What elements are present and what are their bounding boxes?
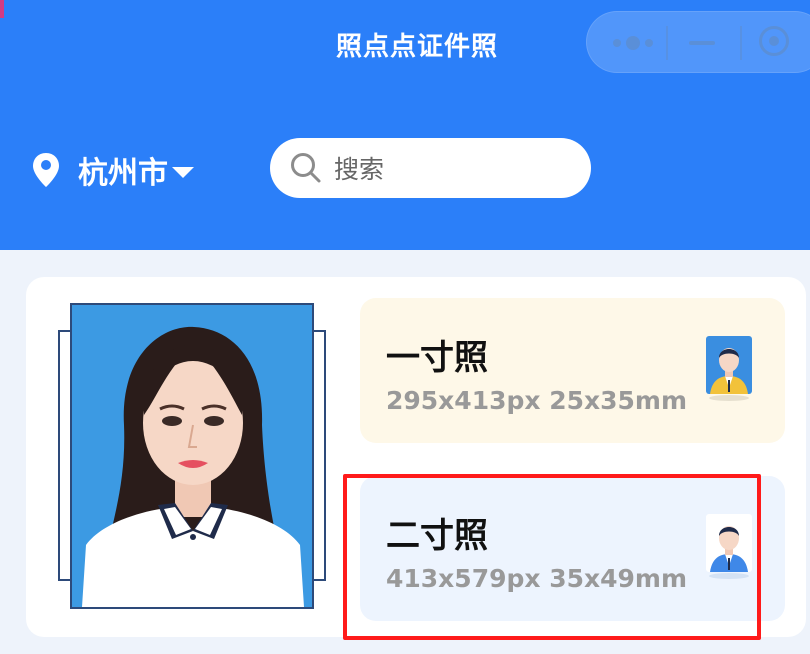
capsule-divider — [740, 26, 742, 60]
one-inch-photo-option[interactable]: 一寸照 295x413px 25x35mm — [360, 298, 785, 443]
city-label: 杭州市 — [78, 156, 168, 191]
window-edge — [0, 0, 4, 18]
option-spec: 413x579px 35x49mm — [386, 564, 688, 593]
more-options-icon[interactable] — [613, 36, 653, 50]
close-icon[interactable] — [759, 26, 789, 56]
search-input[interactable]: 搜索 — [270, 138, 591, 198]
search-icon — [291, 153, 321, 183]
search-placeholder: 搜索 — [334, 155, 385, 184]
option-spec: 295x413px 25x35mm — [386, 386, 688, 415]
two-inch-avatar-icon — [706, 514, 752, 579]
two-inch-photo-option[interactable]: 二寸照 413x579px 35x49mm — [360, 476, 785, 621]
option-title: 一寸照 — [386, 338, 488, 378]
sample-portrait-photo — [70, 303, 314, 609]
city-selector[interactable]: 杭州市 — [32, 150, 194, 191]
header-bar: 照点点证件照 杭州市 搜索 — [0, 0, 810, 250]
capsule-divider — [666, 26, 668, 60]
minimize-icon[interactable] — [689, 41, 715, 45]
mini-program-capsule — [586, 11, 810, 73]
location-pin-icon — [33, 153, 59, 187]
photo-type-card: 一寸照 295x413px 25x35mm 二寸照 413x579px 35x4… — [26, 277, 806, 637]
chevron-down-icon — [172, 166, 194, 178]
one-inch-avatar-icon — [706, 336, 752, 401]
option-title: 二寸照 — [386, 516, 488, 556]
